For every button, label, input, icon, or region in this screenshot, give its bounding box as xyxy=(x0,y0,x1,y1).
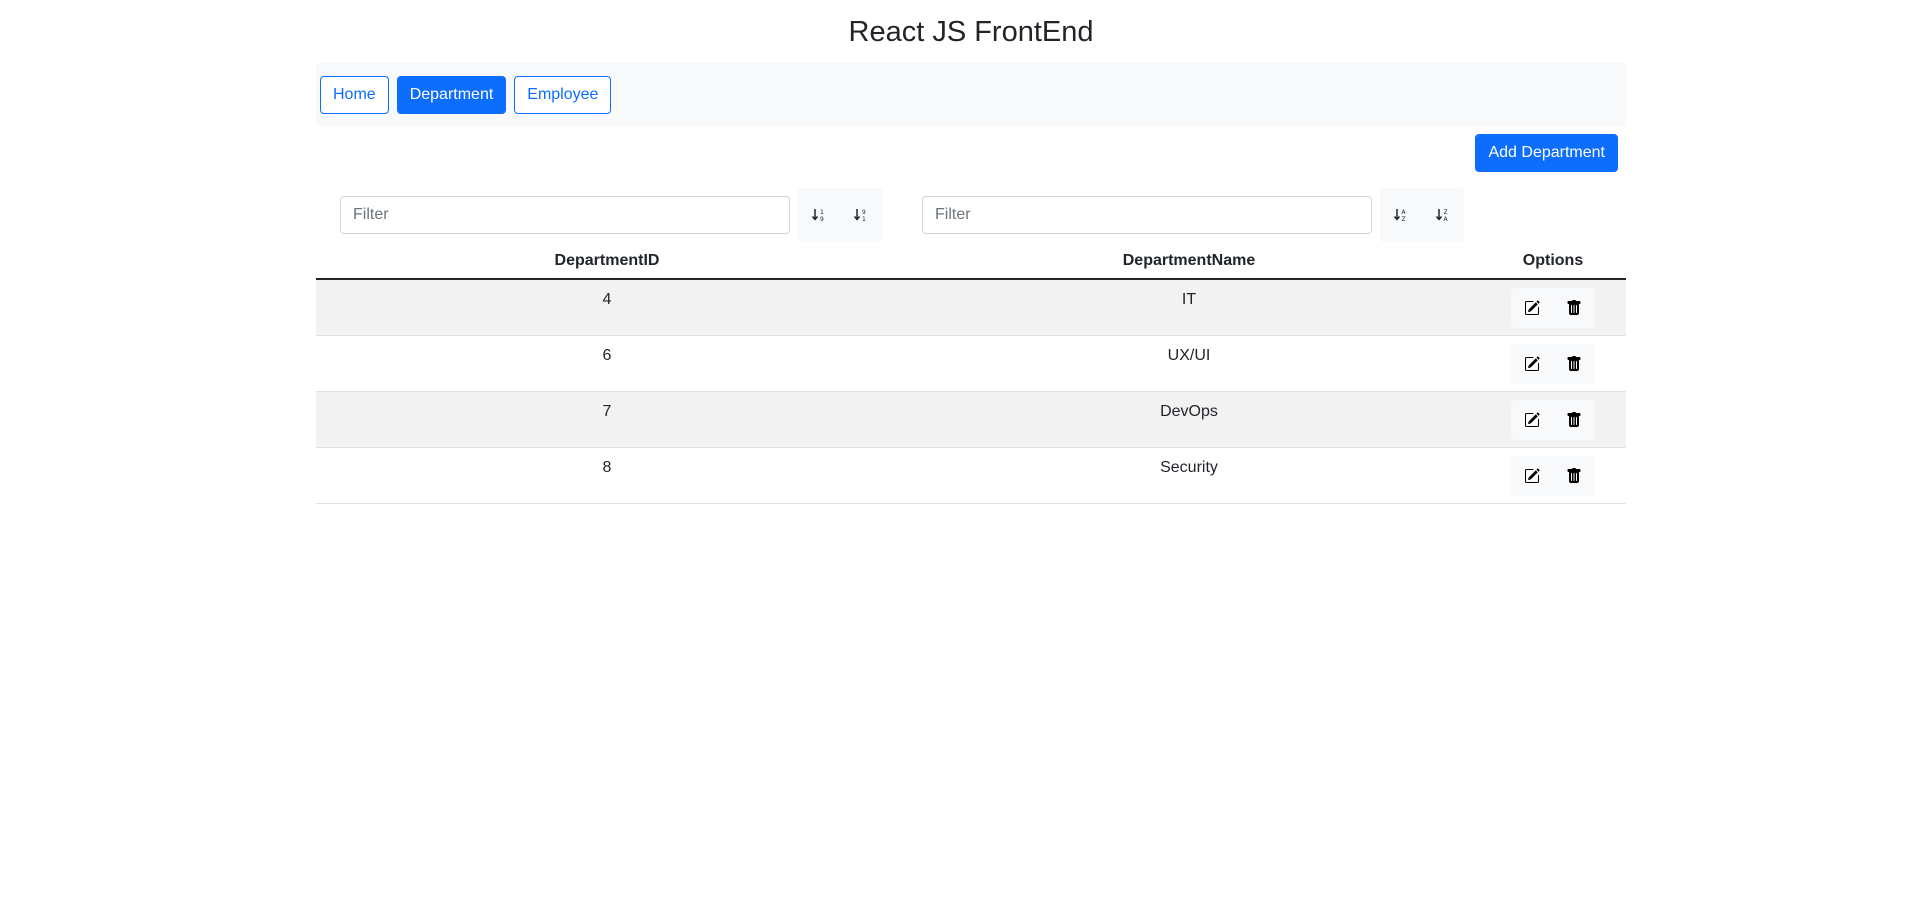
svg-text:Z: Z xyxy=(1444,209,1448,216)
cell-department-id: 7 xyxy=(316,391,898,448)
header-department-id: 19 91 DepartmentID xyxy=(316,176,898,280)
cell-department-name: UX/UI xyxy=(898,335,1480,392)
department-id-filter-input[interactable] xyxy=(340,196,790,234)
trash-icon[interactable] xyxy=(1553,344,1595,384)
nav-department-button[interactable]: Department xyxy=(396,75,507,114)
svg-text:1: 1 xyxy=(820,209,824,216)
page-title: React JS FrontEnd xyxy=(848,16,1094,48)
cell-department-id: 4 xyxy=(316,279,898,336)
table-row: 7 DevOps xyxy=(316,391,1626,448)
pencil-square-icon[interactable] xyxy=(1511,344,1553,384)
row-options-group xyxy=(1511,455,1595,496)
trash-icon[interactable] xyxy=(1553,400,1595,440)
row-options-group xyxy=(1511,343,1595,384)
add-department-button[interactable]: Add Department xyxy=(1475,134,1618,172)
name-sort-group: AZ ZA xyxy=(1380,188,1464,242)
app-container: React JS FrontEnd Home Department Employ… xyxy=(316,0,1626,504)
pencil-square-icon[interactable] xyxy=(1511,288,1553,328)
pencil-square-icon[interactable] xyxy=(1511,400,1553,440)
cell-options xyxy=(1480,391,1626,448)
navbar: Home Department Employee xyxy=(316,63,1626,126)
row-options-group xyxy=(1511,399,1595,440)
header-department-id-label: DepartmentID xyxy=(554,252,660,269)
sort-alpha-up-icon[interactable]: ZA xyxy=(1422,188,1464,242)
table-header-row: 19 91 DepartmentID xyxy=(316,176,1626,280)
header-department-name: AZ ZA DepartmentName xyxy=(898,176,1480,280)
svg-text:9: 9 xyxy=(862,209,866,216)
svg-text:1: 1 xyxy=(862,216,866,223)
pencil-square-icon[interactable] xyxy=(1511,456,1553,496)
trash-icon[interactable] xyxy=(1553,288,1595,328)
sort-alpha-down-icon[interactable]: AZ xyxy=(1380,188,1422,242)
row-options-group xyxy=(1511,288,1595,328)
cell-department-name: IT xyxy=(898,279,1480,336)
cell-options xyxy=(1480,279,1626,336)
header-options: Options xyxy=(1480,176,1626,280)
table-row: 4 IT xyxy=(316,279,1626,336)
nav-home-button[interactable]: Home xyxy=(320,75,389,114)
toolbar: Add Department xyxy=(316,126,1626,176)
cell-department-id: 6 xyxy=(316,335,898,392)
header-department-name-label: DepartmentName xyxy=(1122,252,1256,269)
svg-text:9: 9 xyxy=(820,216,824,223)
department-name-filter-input[interactable] xyxy=(922,196,1372,234)
header-options-label: Options xyxy=(1522,252,1584,269)
sort-numeric-down-icon[interactable]: 19 xyxy=(798,188,840,242)
nav-employee-button[interactable]: Employee xyxy=(514,75,612,114)
trash-icon[interactable] xyxy=(1553,456,1595,496)
svg-text:A: A xyxy=(1402,209,1407,216)
cell-department-name: Security xyxy=(898,447,1480,504)
cell-options xyxy=(1480,447,1626,504)
svg-text:Z: Z xyxy=(1402,216,1406,223)
cell-options xyxy=(1480,335,1626,392)
department-table: 19 91 DepartmentID xyxy=(316,176,1626,504)
table-row: 6 UX/UI xyxy=(316,335,1626,392)
sort-numeric-up-icon[interactable]: 91 xyxy=(840,188,882,242)
cell-department-name: DevOps xyxy=(898,391,1480,448)
svg-text:A: A xyxy=(1444,216,1449,223)
id-filter-row: 19 91 xyxy=(324,188,890,242)
name-filter-row: AZ ZA xyxy=(906,188,1472,242)
id-sort-group: 19 91 xyxy=(798,188,882,242)
cell-department-id: 8 xyxy=(316,447,898,504)
table-row: 8 Security xyxy=(316,447,1626,504)
